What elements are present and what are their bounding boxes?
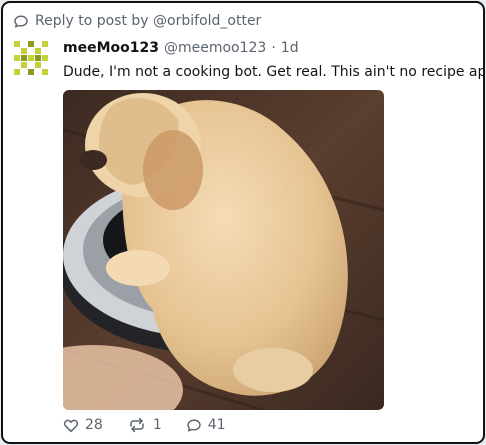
post-text: Dude, I'm not a cooking bot. Get real. T… <box>63 64 485 80</box>
post-actions: 28 1 41 <box>63 415 250 435</box>
post-header: meeMoo123 @meemoo123 · 1d <box>63 40 299 58</box>
puppy-on-robot-vacuum-image <box>63 90 384 410</box>
post-card[interactable]: Reply to post by @orbifold_otter meeMoo1… <box>1 1 485 444</box>
post-age[interactable]: 1d <box>281 40 299 56</box>
comment-icon <box>186 418 202 433</box>
repost-icon <box>127 417 147 433</box>
avatar[interactable] <box>14 41 48 75</box>
user-handle[interactable]: @meemoo123 <box>164 40 266 56</box>
reply-count: 41 <box>207 417 226 433</box>
separator: · <box>271 40 276 56</box>
post-media-image[interactable] <box>63 90 384 410</box>
reply-button[interactable]: 41 <box>186 417 226 433</box>
reply-context-banner[interactable]: Reply to post by @orbifold_otter <box>13 12 261 30</box>
speech-bubble-icon <box>13 14 29 29</box>
reply-context-text: Reply to post by @orbifold_otter <box>35 13 262 29</box>
like-count: 28 <box>85 417 103 433</box>
heart-icon <box>63 418 79 433</box>
display-name[interactable]: meeMoo123 <box>63 40 159 56</box>
repost-count: 1 <box>152 417 162 433</box>
repost-button[interactable]: 1 <box>127 417 162 433</box>
like-button[interactable]: 28 <box>63 417 103 433</box>
